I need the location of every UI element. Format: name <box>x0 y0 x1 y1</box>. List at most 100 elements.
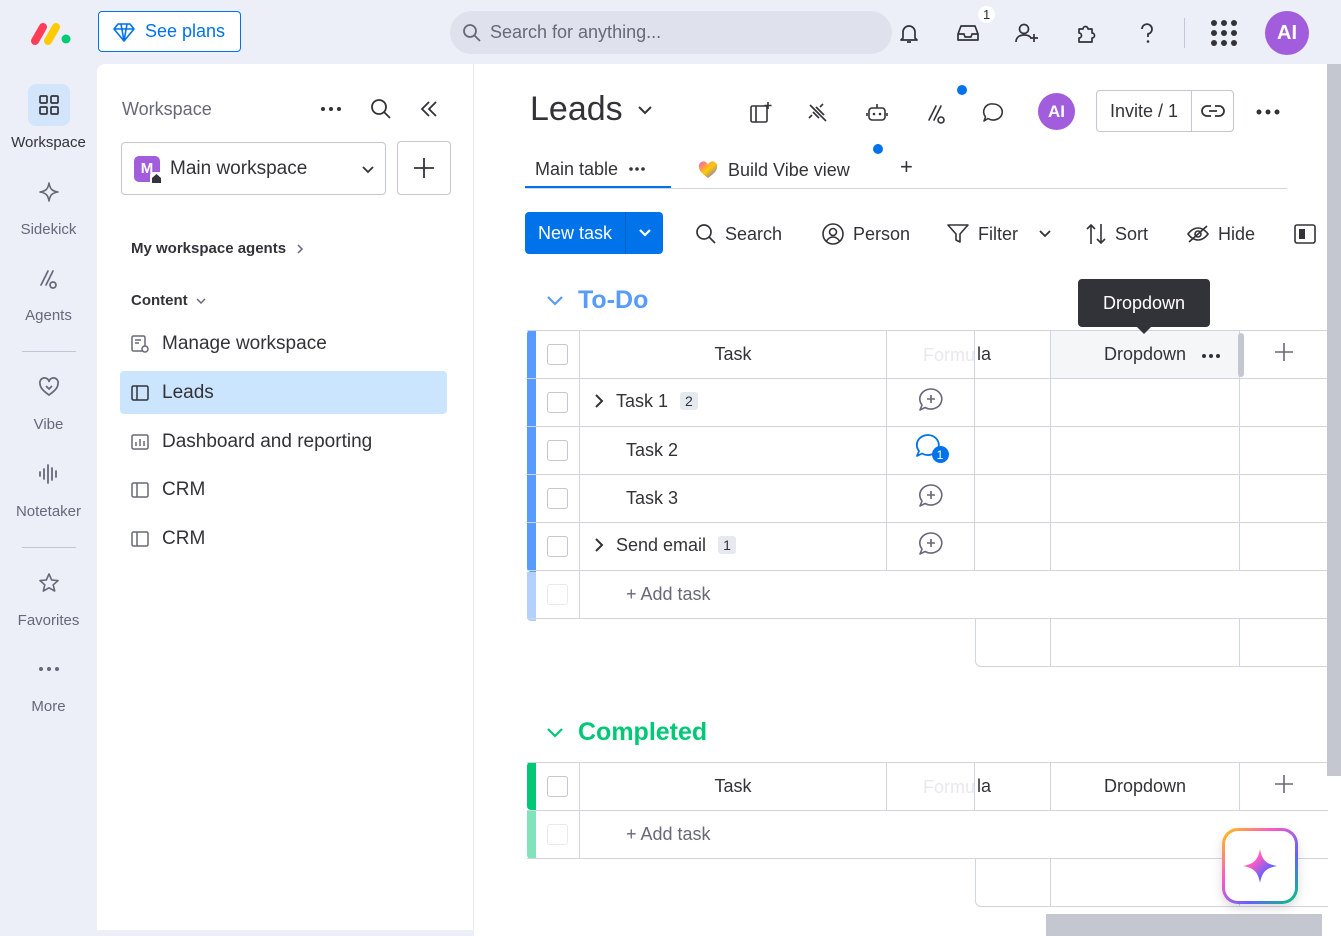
monday-logo[interactable] <box>30 20 74 46</box>
add-task-input[interactable]: + Add task <box>580 811 1328 859</box>
dropdown-cell[interactable] <box>1051 523 1240 571</box>
link-icon[interactable] <box>1192 104 1233 118</box>
rail-item-sidekick[interactable]: Sidekick <box>0 171 97 238</box>
select-all-checkbox[interactable] <box>547 776 568 797</box>
task-cell[interactable]: Task 3 <box>580 475 887 523</box>
workspace-selector[interactable]: M Main workspace <box>121 142 386 195</box>
ws-item-crm[interactable]: CRM <box>120 468 447 511</box>
group-header-todo[interactable]: To-Do <box>546 286 648 315</box>
automations-robot-icon[interactable] <box>860 96 894 130</box>
collapse-icon[interactable] <box>418 98 440 120</box>
board-title-button[interactable]: Leads <box>530 90 653 129</box>
add-column-button[interactable] <box>1240 331 1328 379</box>
formula-cell[interactable] <box>975 427 1051 475</box>
column-header-formula[interactable]: la <box>975 331 1051 379</box>
formula-cell[interactable] <box>975 379 1051 427</box>
updates-cell[interactable]: 1 <box>887 427 975 475</box>
new-task-button[interactable]: New task <box>525 212 663 254</box>
rail-item-agents[interactable]: Agents <box>0 257 97 324</box>
dropdown-cell[interactable] <box>1051 475 1240 523</box>
select-all-checkbox[interactable] <box>547 344 568 365</box>
agents-icon[interactable] <box>920 96 954 130</box>
add-task-input[interactable]: + Add task <box>580 571 1328 619</box>
column-header-dropdown[interactable]: Dropdown <box>1051 763 1240 811</box>
column-header-task[interactable]: Task <box>580 763 887 811</box>
integrations-icon[interactable] <box>801 96 835 130</box>
add-item-button[interactable] <box>397 141 451 195</box>
tab-build-vibe-view[interactable]: Build Vibe view <box>698 152 850 188</box>
search-input[interactable]: Search for anything... <box>450 11 892 54</box>
more-dots-icon[interactable] <box>1255 101 1281 123</box>
rail-item-more[interactable]: More <box>0 648 97 715</box>
ws-item-crm[interactable]: CRM <box>120 517 447 560</box>
content-section-toggle[interactable]: Content <box>131 292 206 309</box>
row-checkbox[interactable] <box>547 440 568 461</box>
row-checkbox[interactable] <box>547 488 568 509</box>
ws-item-dashboard[interactable]: Dashboard and reporting <box>120 420 447 463</box>
group-by-icon[interactable] <box>1294 223 1316 245</box>
chevron-down-icon[interactable] <box>626 228 663 238</box>
expand-chevron-icon[interactable] <box>594 393 604 409</box>
workspace-agents-link[interactable]: My workspace agents <box>131 240 304 257</box>
see-plans-button[interactable]: See plans <box>98 11 241 52</box>
ws-item-leads[interactable]: Leads <box>120 371 447 414</box>
help-icon[interactable] <box>1130 16 1164 50</box>
ws-item-manage-workspace[interactable]: Manage workspace <box>120 322 447 365</box>
dropdown-cell[interactable] <box>1051 379 1240 427</box>
task-cell[interactable]: Send email 1 <box>580 523 887 571</box>
bell-icon[interactable] <box>892 16 926 50</box>
formula-cell[interactable] <box>975 523 1051 571</box>
horizontal-scrollbar[interactable] <box>1046 914 1322 936</box>
inbox-icon[interactable] <box>951 16 985 50</box>
column-resize-handle[interactable] <box>1238 333 1244 377</box>
tab-main-table[interactable]: Main table <box>525 152 671 188</box>
chat-bubble-icon[interactable] <box>976 96 1010 130</box>
table-row[interactable]: Send email 1 <box>527 523 1328 571</box>
rail-item-workspace[interactable]: Workspace <box>0 84 97 151</box>
invite-member-icon[interactable] <box>1010 16 1044 50</box>
expand-chevron-icon[interactable] <box>594 537 604 553</box>
table-row[interactable]: Task 1 2 <box>527 379 1328 427</box>
more-dots-icon[interactable] <box>319 98 343 120</box>
more-dots-icon[interactable] <box>1201 353 1221 359</box>
group-header-completed[interactable]: Completed <box>546 718 707 747</box>
hide-button[interactable]: Hide <box>1186 219 1255 249</box>
filter-button[interactable]: Filter <box>946 219 1052 249</box>
updates-cell[interactable] <box>887 523 975 571</box>
chevron-down-icon[interactable] <box>546 295 564 307</box>
search-button[interactable]: Search <box>695 219 782 249</box>
column-header-formula[interactable]: la <box>975 763 1051 811</box>
row-checkbox[interactable] <box>547 536 568 557</box>
rail-item-vibe[interactable]: Vibe <box>0 366 97 433</box>
dropdown-cell[interactable] <box>1051 427 1240 475</box>
rail-item-favorites[interactable]: Favorites <box>0 562 97 629</box>
add-column-button[interactable] <box>1240 763 1328 811</box>
add-widget-icon[interactable] <box>744 96 778 130</box>
ai-sidekick-button[interactable] <box>1222 828 1298 904</box>
invite-button[interactable]: Invite / 1 <box>1096 90 1234 132</box>
updates-cell[interactable] <box>887 475 975 523</box>
more-dots-icon[interactable] <box>628 166 646 172</box>
rail-item-notetaker[interactable]: Notetaker <box>0 453 97 520</box>
add-task-row[interactable]: + Add task <box>527 571 1328 619</box>
apps-grid-icon[interactable] <box>1207 16 1241 50</box>
task-cell[interactable]: Task 1 2 <box>580 379 887 427</box>
sort-button[interactable]: Sort <box>1085 219 1148 249</box>
person-filter-button[interactable]: Person <box>821 219 910 249</box>
updates-cell[interactable] <box>887 379 975 427</box>
puzzle-icon[interactable] <box>1070 16 1104 50</box>
vertical-scrollbar[interactable] <box>1327 64 1341 776</box>
chevron-down-icon[interactable] <box>1038 229 1052 239</box>
formula-cell[interactable] <box>975 475 1051 523</box>
column-header-dropdown[interactable]: Dropdown <box>1051 331 1244 379</box>
row-checkbox[interactable] <box>547 392 568 413</box>
board-user-avatar[interactable]: AI <box>1038 93 1075 130</box>
chevron-down-icon[interactable] <box>546 727 564 739</box>
task-cell[interactable]: Task 2 <box>580 427 887 475</box>
search-icon[interactable] <box>370 98 392 120</box>
table-row[interactable]: Task 2 1 <box>527 427 1328 475</box>
column-header-task[interactable]: Task <box>580 331 887 379</box>
user-avatar[interactable]: AI <box>1265 11 1309 55</box>
add-view-button[interactable]: + <box>900 154 913 180</box>
add-task-row[interactable]: + Add task <box>527 811 1328 859</box>
